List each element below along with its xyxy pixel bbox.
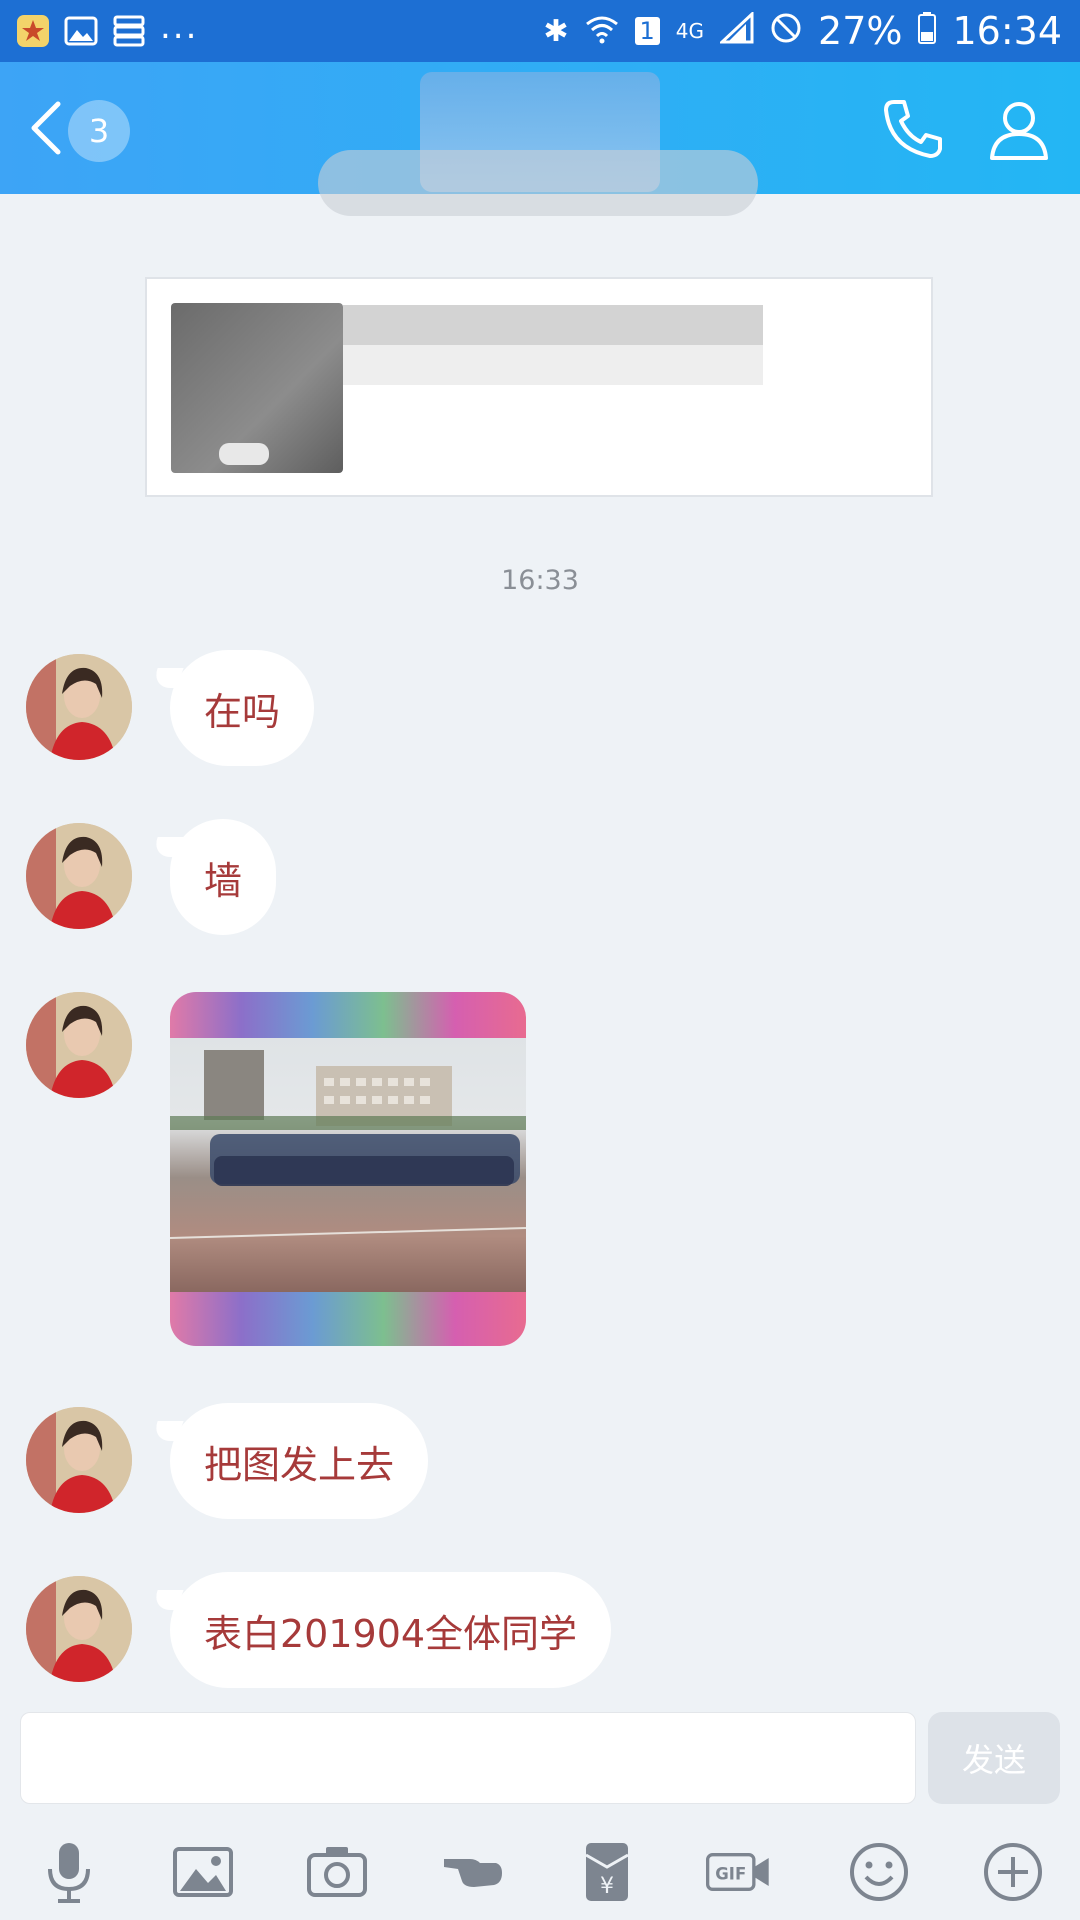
- header-redacted-blur: [318, 150, 758, 216]
- do-not-disturb-icon: [770, 9, 802, 53]
- more-notifications: ...: [160, 7, 199, 47]
- status-bar: ... ✱ 1 4G 27% 16:34: [0, 0, 1080, 62]
- sender-avatar[interactable]: [26, 992, 132, 1098]
- emoji-button[interactable]: [846, 1839, 912, 1905]
- camera-icon: [307, 1847, 367, 1897]
- voice-button[interactable]: [36, 1839, 102, 1905]
- storage-notification-icon: [112, 14, 146, 48]
- message-bubble[interactable]: 在吗: [170, 650, 315, 766]
- shared-card-title-redacted: [343, 305, 763, 345]
- battery-icon: [918, 9, 937, 53]
- red-packet-icon: ¥: [585, 1843, 629, 1901]
- message-input[interactable]: [20, 1712, 916, 1804]
- gif-button[interactable]: GIF: [706, 1839, 786, 1905]
- sender-avatar[interactable]: [26, 1407, 132, 1513]
- plus-icon: [984, 1843, 1042, 1901]
- group-photo: [170, 1038, 526, 1292]
- message-bubble[interactable]: 墙: [170, 819, 277, 935]
- svg-text:¥: ¥: [600, 1874, 614, 1899]
- photo-message[interactable]: [170, 992, 526, 1346]
- wifi-icon: [585, 9, 619, 53]
- message-text: 墙: [204, 858, 243, 903]
- gif-icon: GIF: [706, 1853, 769, 1891]
- sim-icon: 1: [634, 17, 660, 45]
- shared-link-card[interactable]: [145, 277, 933, 497]
- send-button[interactable]: 发送: [928, 1712, 1060, 1804]
- user-icon: [990, 102, 1048, 160]
- more-actions-button[interactable]: [980, 1839, 1046, 1905]
- message-bubble[interactable]: 把图发上去: [170, 1403, 429, 1519]
- sender-avatar[interactable]: [26, 823, 132, 929]
- call-button[interactable]: [880, 96, 946, 162]
- time-divider: 16:33: [501, 565, 579, 596]
- battery-percent: 27%: [818, 9, 903, 53]
- message-text: 在吗: [204, 689, 281, 734]
- gallery-button[interactable]: [170, 1839, 236, 1905]
- input-toolbar: ¥ GIF: [0, 1825, 1080, 1920]
- bluetooth-icon: ✱: [543, 13, 569, 49]
- phone-icon: [884, 100, 942, 158]
- sender-avatar[interactable]: [26, 1576, 132, 1682]
- shared-card-desc-redacted: [343, 345, 763, 385]
- camera-button[interactable]: [304, 1839, 370, 1905]
- microphone-icon: [48, 1843, 90, 1903]
- gif-label: GIF: [715, 1864, 746, 1883]
- app-notification-icon: [16, 14, 50, 48]
- message-text: 表白201904全体同学: [204, 1611, 578, 1656]
- message-bubble[interactable]: 表白201904全体同学: [170, 1572, 612, 1688]
- smiley-icon: [850, 1843, 908, 1901]
- poke-hand-icon: [444, 1859, 502, 1887]
- sender-avatar[interactable]: [26, 654, 132, 760]
- network-type: 4G: [675, 19, 705, 43]
- red-packet-button[interactable]: ¥: [574, 1839, 640, 1905]
- contact-profile-button[interactable]: [986, 96, 1052, 162]
- message-text: 把图发上去: [204, 1442, 395, 1487]
- shared-card-thumbnail: [171, 303, 343, 473]
- unread-count-badge[interactable]: 3: [68, 100, 130, 162]
- signal-icon: [718, 9, 754, 53]
- gallery-notification-icon: [64, 14, 98, 48]
- image-icon: [173, 1847, 233, 1897]
- clock: 16:34: [952, 9, 1062, 53]
- poke-button[interactable]: [440, 1839, 506, 1905]
